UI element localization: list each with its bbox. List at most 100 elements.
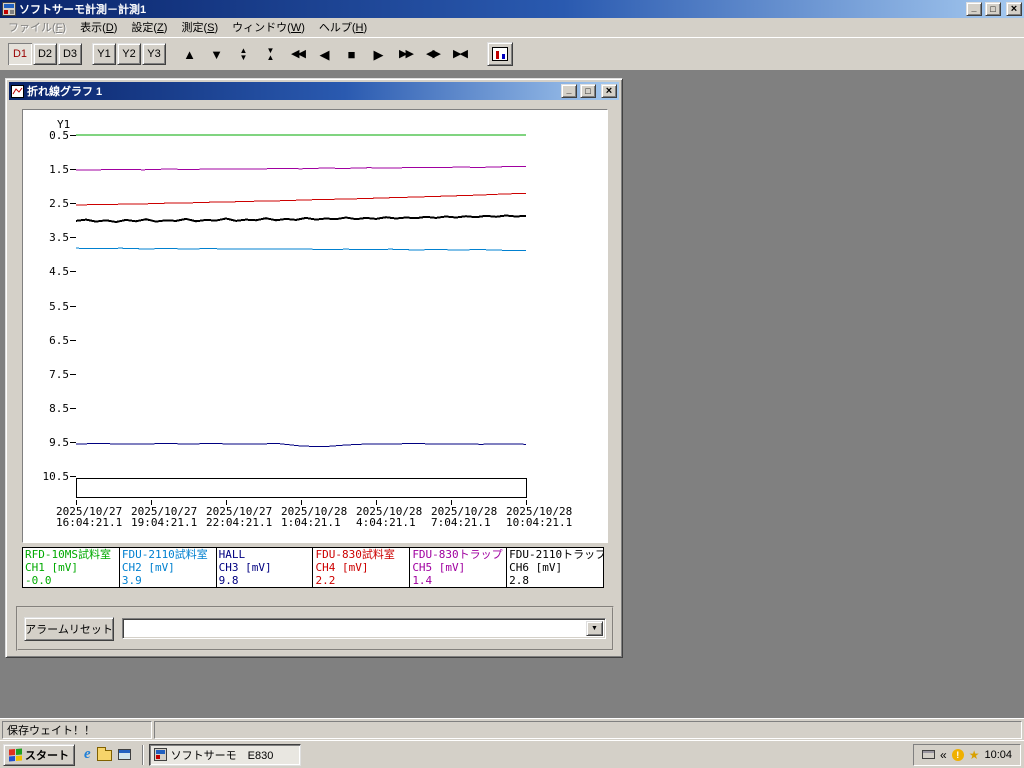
y-tick-label: 9.5 [49, 435, 69, 449]
folder-icon[interactable] [96, 747, 112, 761]
quick-launch: e [84, 746, 131, 763]
graph-icon [492, 47, 508, 61]
y-tick-mark [70, 373, 76, 375]
y-tick-mark [70, 407, 76, 409]
minimize-button[interactable]: _ [966, 2, 982, 16]
graph-window-title: 折れ線グラフ 1 [27, 86, 103, 98]
series-ch4 [75, 192, 527, 206]
y-tick-label: 4.5 [49, 265, 69, 279]
window-title: ソフトサーモ計測－計測1 [19, 4, 147, 16]
status-message: 保存ウェイト！！ [2, 720, 152, 739]
scroll-down-button[interactable]: ▼ [203, 42, 230, 66]
menu-item[interactable]: 表示(D) [73, 17, 124, 38]
status-panel-2 [154, 720, 1022, 739]
menu-item[interactable]: 設定(Z) [124, 17, 174, 38]
start-button[interactable]: スタート [3, 743, 75, 766]
nav-buttons: ▲ ▼ ▲ ▼ ▼ ▲ ◀◀ ◀ ■ ▶ ▶▶ ◀▶ ▶◀ [176, 42, 473, 66]
time-range-box[interactable] [76, 478, 527, 498]
step-back-button[interactable]: ◀ [311, 42, 338, 66]
task-label: ソフトサーモ E830 [170, 749, 274, 762]
expand-y-button[interactable]: ▲ ▼ [230, 42, 257, 66]
series-ch2 [75, 247, 526, 251]
alarm-reset-button[interactable]: アラームリセット [24, 616, 114, 641]
d1-button[interactable]: D1 [8, 43, 32, 65]
stop-button[interactable]: ■ [338, 42, 365, 66]
title-bar[interactable]: ソフトサーモ計測－計測1 _ □ × [0, 0, 1024, 18]
legend-table: RFD-10MS試料室 CH1 [mV] -0.0 FDU-2110試料室 CH2 [m… [22, 547, 604, 588]
alarm-combo-value[interactable] [123, 619, 584, 638]
alarm-combo[interactable]: ▼ [122, 618, 606, 639]
system-tray: « ! ★ 10:04 [913, 743, 1021, 766]
y-tick-label: 6.5 [49, 333, 69, 347]
y-tick-mark [70, 441, 76, 443]
tray-device-icon[interactable] [922, 750, 936, 759]
menu-item[interactable]: ヘルプ(H) [312, 17, 374, 38]
graph-window-title-bar[interactable]: 折れ線グラフ 1 _ □ × [9, 82, 619, 100]
y-tick-label: 8.5 [49, 401, 69, 415]
internet-explorer-icon[interactable]: e [84, 746, 91, 763]
series-ch5 [76, 165, 527, 171]
maximize-button[interactable]: □ [985, 2, 1001, 16]
taskbar-divider [141, 744, 144, 765]
status-bar: 保存ウェイト！！ [0, 718, 1024, 740]
menu-bar: ファイル(F) 表示(D) 設定(Z) 測定(S) ウィンドウ(W) ヘルプ(H) [0, 18, 1024, 37]
start-label: スタート [25, 749, 69, 762]
tray-star-icon[interactable]: ★ [969, 749, 980, 761]
close-button[interactable]: × [1006, 2, 1022, 16]
expand-x-button[interactable]: ◀▶ [419, 42, 446, 66]
y-tick-mark [70, 169, 76, 171]
tray-chevron-button[interactable]: « [940, 748, 947, 762]
scroll-up-button[interactable]: ▲ [176, 42, 203, 66]
step-forward-button[interactable]: ▶ [365, 42, 392, 66]
display-buttons: D1 D2 D3 [8, 43, 82, 65]
legend-channel: FDU-2110試料室 CH2 [mV] 3.9 [120, 548, 217, 587]
app-icon [2, 2, 16, 16]
legend-channel: FDU-830トラップ CH5 [mV] 1.4 [410, 548, 508, 587]
graph-window-button[interactable] [487, 42, 513, 66]
menu-item[interactable]: ウィンドウ(W) [225, 17, 312, 38]
show-desktop-icon[interactable] [117, 749, 131, 760]
y-tick-mark [70, 476, 76, 477]
y-axis-buttons: Y1 Y2 Y3 [92, 43, 166, 65]
taskbar: スタート e ソフトサーモ E830 « ! ★ 10:04 [0, 740, 1024, 768]
y-tick-label: 10.5 [42, 470, 70, 483]
y1-button[interactable]: Y1 [92, 43, 116, 65]
legend-channel: FDU-2110トラップ CH6 [mV] 2.8 [509, 548, 603, 587]
y-tick-label: 1.5 [49, 163, 69, 177]
x-tick-label: 2025/10/27 16:04:21.1 [56, 505, 123, 529]
y-tick-label: 5.5 [49, 299, 69, 313]
d2-button[interactable]: D2 [33, 43, 57, 65]
x-tick-label: 2025/10/28 10:04:21.1 [506, 505, 573, 529]
mdi-area: 折れ線グラフ 1 _ □ × Y1 0.5 1.5 2.5 3.5 4.5 5.5 6.5 7… [0, 70, 1024, 718]
y-tick-label: 2.5 [49, 197, 69, 211]
menu-item[interactable]: 測定(S) [174, 17, 225, 38]
y-tick-mark [70, 203, 76, 205]
line-graph-icon [11, 84, 24, 98]
graph-maximize-button[interactable]: □ [580, 84, 596, 98]
taskbar-clock: 10:04 [984, 748, 1012, 761]
taskbar-task-button[interactable]: ソフトサーモ E830 [148, 743, 301, 766]
graph-child-window: 折れ線グラフ 1 _ □ × Y1 0.5 1.5 2.5 3.5 4.5 5.5 6.5 7… [5, 78, 623, 658]
fast-rewind-button[interactable]: ◀◀ [284, 42, 311, 66]
d3-button[interactable]: D3 [58, 43, 82, 65]
alarm-combo-dropdown-button[interactable]: ▼ [586, 621, 603, 636]
chart-svg [75, 134, 527, 448]
alarm-panel: アラームリセット ▼ [16, 606, 614, 651]
fast-forward-button[interactable]: ▶▶ [392, 42, 419, 66]
y3-button[interactable]: Y3 [142, 43, 166, 65]
graph-minimize-button[interactable]: _ [561, 84, 577, 98]
compress-y-button[interactable]: ▼ ▲ [257, 42, 284, 66]
y-tick-mark [70, 237, 76, 239]
y2-button[interactable]: Y2 [117, 43, 141, 65]
tray-alert-icon[interactable]: ! [951, 748, 964, 761]
y-tick-label: 7.5 [49, 367, 69, 381]
compress-x-button[interactable]: ▶◀ [446, 42, 473, 66]
y-tick-mark [70, 135, 76, 136]
plot-area: Y1 0.5 1.5 2.5 3.5 4.5 5.5 6.5 7.5 8.5 9.5 10.5 202… [22, 109, 608, 543]
legend-channel: RFD-10MS試料室 CH1 [mV] -0.0 [23, 548, 120, 587]
y-tick-label: 0.5 [49, 129, 69, 142]
menu-item: ファイル(F) [8, 22, 67, 34]
legend-channel: FDU-830試料室 CH4 [mV] 2.2 [313, 548, 411, 587]
legend-channel: HALL CH3 [mV] 9.8 [217, 548, 314, 587]
graph-close-button[interactable]: × [601, 84, 617, 98]
